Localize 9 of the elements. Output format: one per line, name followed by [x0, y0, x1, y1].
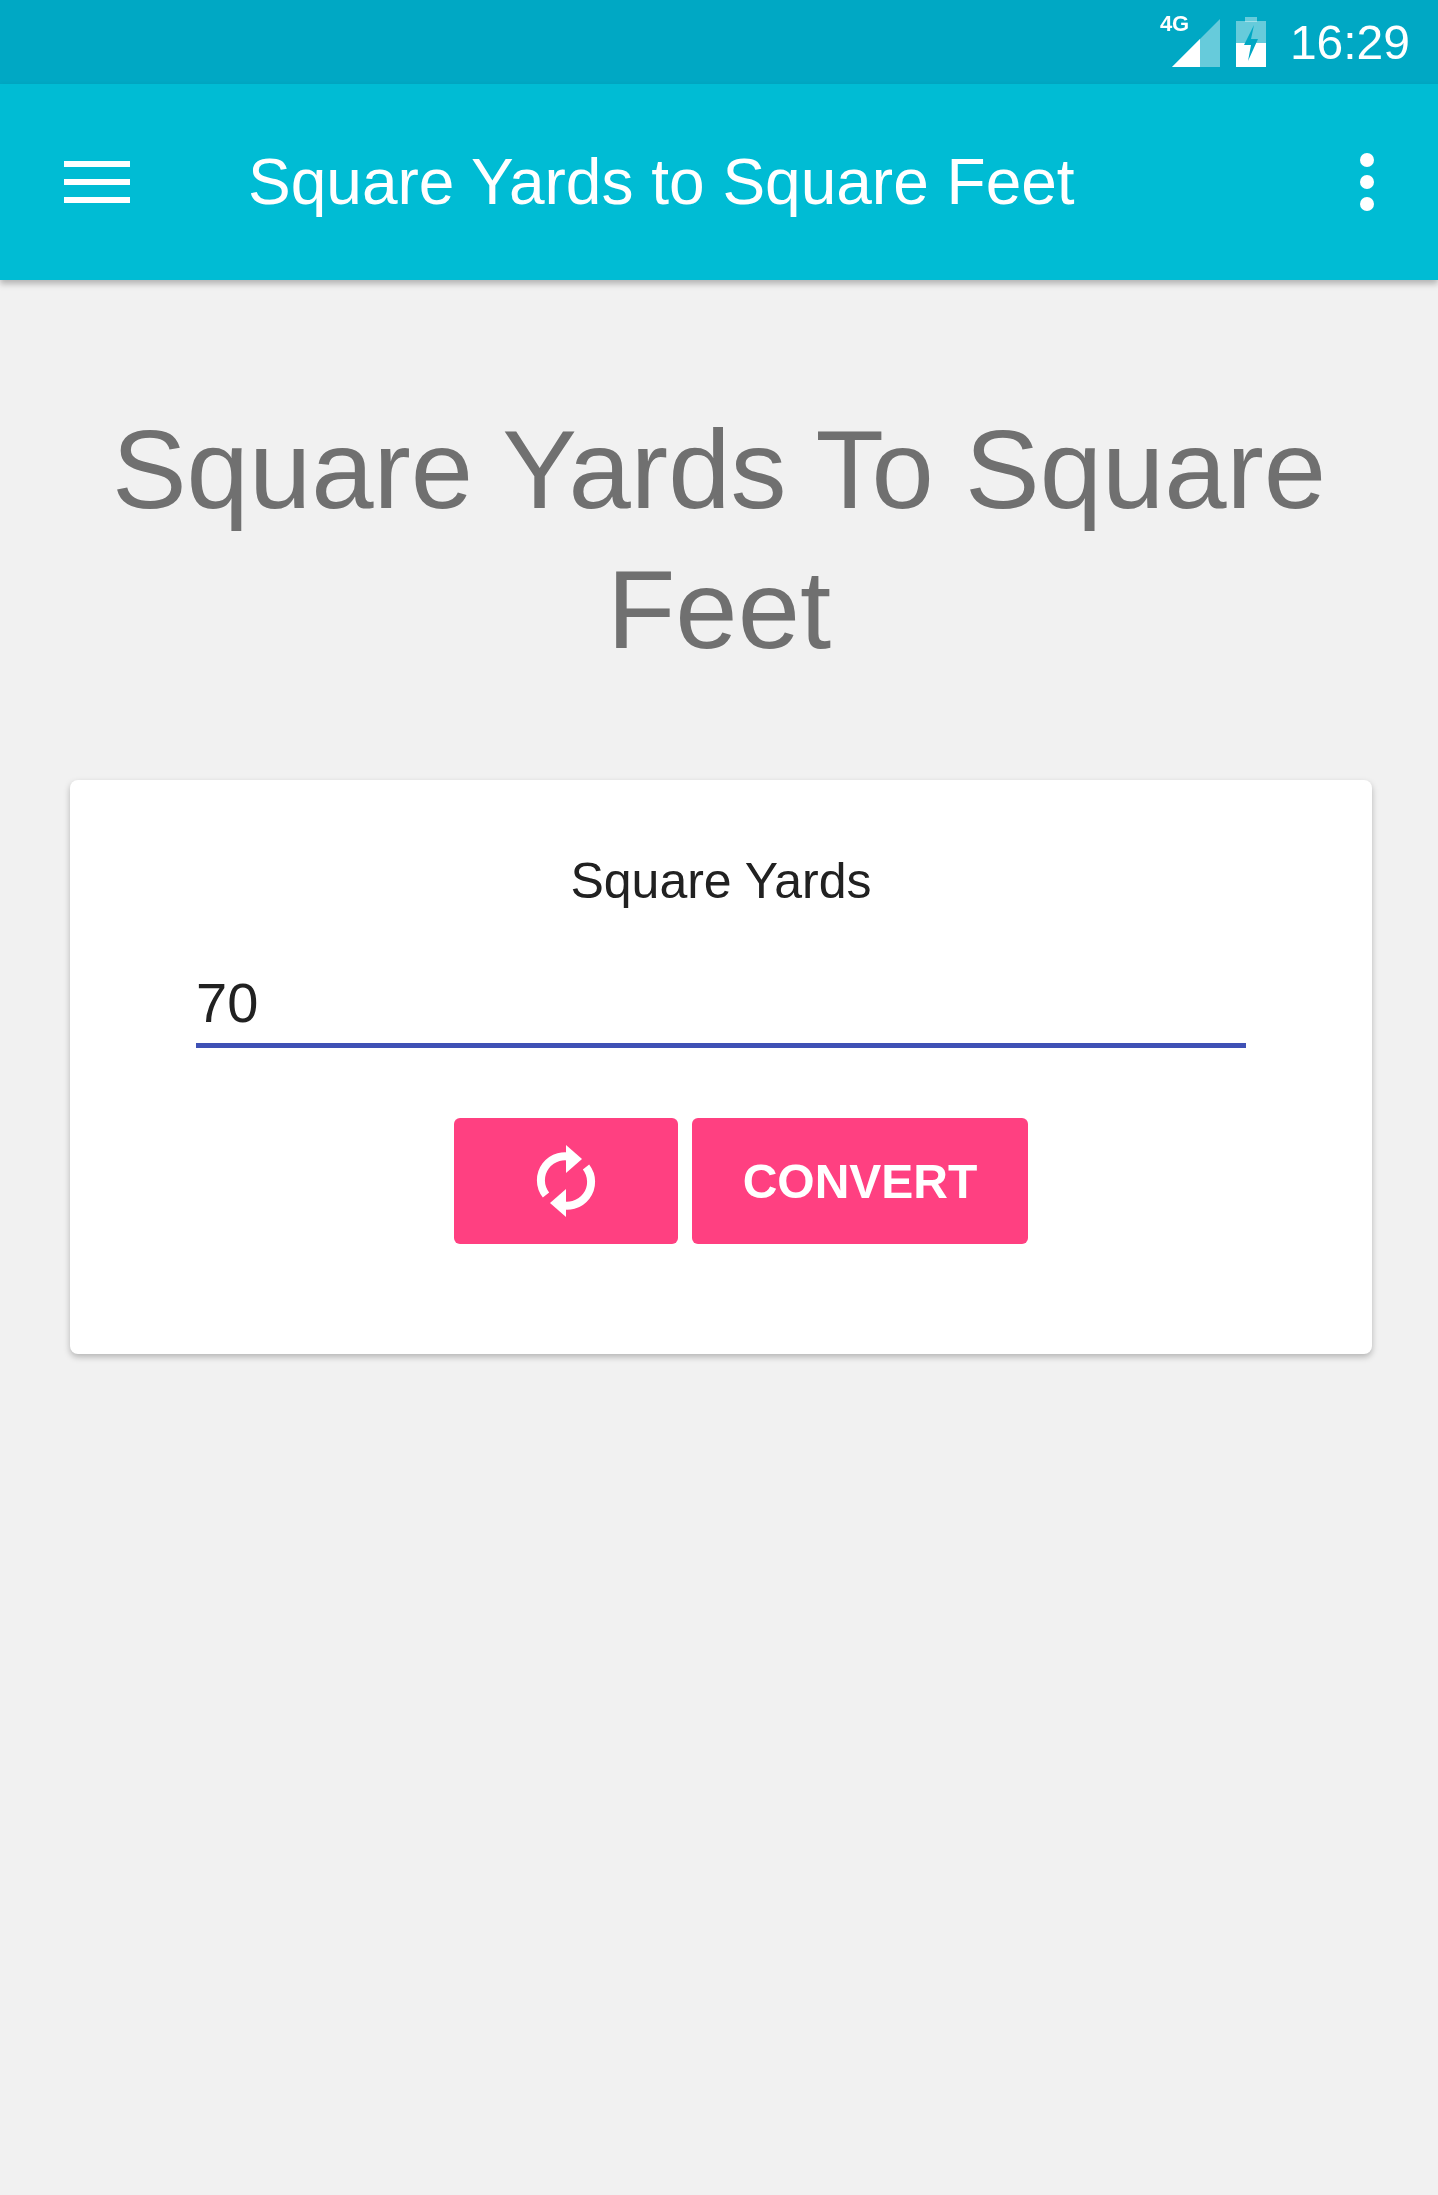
- field-label: Square Yards: [570, 852, 872, 910]
- refresh-button[interactable]: [454, 1118, 678, 1244]
- page-heading: Square Yards To Square Feet: [110, 406, 1328, 674]
- battery-icon: [1235, 17, 1266, 67]
- network-label: 4G: [1159, 11, 1190, 37]
- input-field[interactable]: 70: [196, 970, 1246, 1048]
- clock: 16:29: [1289, 14, 1410, 70]
- more-options-icon[interactable]: [1360, 153, 1374, 211]
- app-title: Square Yards to Square Feet: [248, 145, 1076, 219]
